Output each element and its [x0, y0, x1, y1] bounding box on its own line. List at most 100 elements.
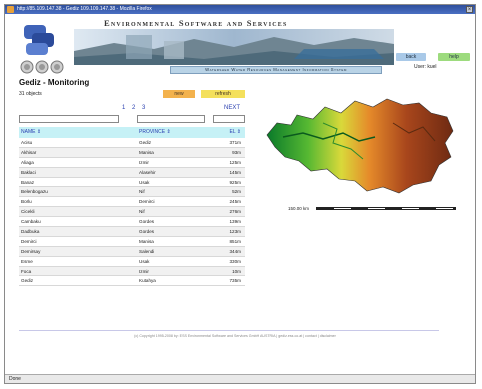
table-row[interactable]: Acisu Gediz 371m	[19, 138, 245, 148]
station-elevation: 145m	[229, 169, 242, 175]
new-button[interactable]: new	[163, 90, 195, 98]
station-province: Usak	[139, 258, 150, 264]
object-count: 31 objects	[19, 91, 42, 97]
station-elevation: 330m	[229, 258, 242, 264]
table-row[interactable]: Belenbogazu Nif 52m	[19, 187, 245, 198]
table-row[interactable]: Demirsay Salendi 344m	[19, 246, 245, 257]
station-province: Salendi	[139, 248, 155, 254]
site-subtitle: Watershed Water Resources Management Inf…	[170, 66, 382, 74]
help-button[interactable]: help	[438, 53, 470, 61]
station-province: Manisa	[139, 149, 154, 155]
table-row[interactable]: Cambaku Gordes 139m	[19, 217, 245, 228]
table-row[interactable]: Baklaci Alasehir 145m	[19, 167, 245, 178]
station-province: Nif	[139, 189, 145, 195]
scale-label: 150.00 km	[288, 206, 310, 211]
name-column-header[interactable]: NAME ⇕	[21, 127, 41, 138]
station-province: Gordes	[139, 219, 155, 225]
window-title: http://85.109.147.38 - Gediz 109.109.147…	[17, 6, 152, 12]
status-bar: Done	[5, 374, 475, 383]
map-scale: 150.00 km	[288, 205, 456, 213]
station-name: Cicekli	[21, 209, 35, 215]
browser-icon	[7, 6, 14, 13]
table-row[interactable]: Akhisar Manisa 93m	[19, 147, 245, 158]
back-button[interactable]: back	[396, 53, 426, 61]
table-row[interactable]: Aliaga Izmir 125m	[19, 158, 245, 168]
browser-window: http://85.109.147.38 - Gediz 109.109.147…	[4, 4, 476, 384]
table-row[interactable]: Demirci Manisa 851m	[19, 237, 245, 247]
table-row[interactable]: Banaz Usak 925m	[19, 178, 245, 188]
station-name: Banaz	[21, 179, 35, 185]
site-header: Environmental Software and Services Wate…	[6, 15, 476, 77]
station-elevation: 344m	[229, 248, 242, 254]
name-filter-input[interactable]	[19, 115, 119, 123]
station-elevation: 123m	[229, 229, 242, 235]
station-elevation: 371m	[229, 140, 242, 145]
page-title: Gediz - Monitoring	[19, 78, 90, 87]
station-elevation: 735m	[229, 278, 242, 284]
table-row[interactable]: Esme Usak 330m	[19, 257, 245, 267]
station-province: Izmir	[139, 159, 149, 165]
station-elevation: 139m	[229, 219, 242, 225]
scale-bar	[316, 207, 456, 210]
station-name: Foca	[21, 268, 32, 274]
station-name: Demirsay	[21, 248, 41, 254]
landscape-banner-image	[74, 29, 394, 65]
station-elevation: 93m	[232, 149, 241, 155]
station-elevation: 925m	[229, 179, 242, 185]
station-province: Gediz	[139, 140, 152, 145]
station-elevation: 276m	[229, 209, 242, 215]
table-row[interactable]: Borlu Demirci 245m	[19, 197, 245, 208]
station-province: Usak	[139, 179, 150, 185]
station-name: Demirci	[21, 238, 37, 244]
station-province: Izmir	[139, 268, 149, 274]
pagination: 1 2 3	[122, 105, 150, 111]
province-column-header[interactable]: PROVINCE ⇕	[139, 127, 171, 138]
page-link-2[interactable]: 2	[132, 105, 135, 111]
province-filter-input[interactable]	[137, 115, 205, 123]
station-province: Demirci	[139, 199, 155, 205]
station-elevation: 851m	[229, 238, 242, 244]
station-province: Alasehir	[139, 169, 156, 175]
user-label: User: kuel	[414, 64, 437, 70]
table-header: NAME ⇕ PROVINCE ⇕ EL ⇕	[19, 127, 245, 138]
ess-logo	[20, 25, 64, 74]
station-elevation: 10m	[232, 268, 241, 274]
refresh-button[interactable]: refresh	[201, 90, 245, 98]
station-name: Dadbuka	[21, 229, 40, 235]
footer-copyright: (c) Copyright 1995-2008 by: ESS Environm…	[134, 334, 336, 338]
stations-table: NAME ⇕ PROVINCE ⇕ EL ⇕ Acisu Gediz 371m Akh…	[19, 127, 245, 287]
station-name: Acisu	[21, 140, 33, 145]
elevation-filter-input[interactable]	[213, 115, 245, 123]
table-row[interactable]: Dadbuka Gordes 123m	[19, 227, 245, 237]
table-body: Acisu Gediz 371m Akhisar Manisa 93m Aliaga Izmi…	[19, 138, 245, 287]
station-name: Aliaga	[21, 159, 34, 165]
station-elevation: 125m	[229, 159, 242, 165]
gediz-basin-elevation-map[interactable]	[263, 93, 459, 199]
footer-divider	[19, 330, 439, 331]
station-name: Gediz	[21, 278, 34, 284]
window-titlebar: http://85.109.147.38 - Gediz 109.109.147…	[5, 5, 475, 14]
station-province: Nif	[139, 209, 145, 215]
elevation-column-header[interactable]: EL ⇕	[229, 127, 241, 138]
table-row[interactable]: Gediz Kutahya 735m	[19, 276, 245, 287]
page-link-1[interactable]: 1	[122, 105, 125, 111]
station-province: Manisa	[139, 238, 154, 244]
station-elevation: 52m	[232, 189, 241, 195]
table-row[interactable]: Cicekli Nif 276m	[19, 207, 245, 218]
station-elevation: 245m	[229, 199, 242, 205]
station-name: Cambaku	[21, 219, 41, 225]
next-page-link[interactable]: NEXT	[224, 105, 240, 111]
close-icon[interactable]: ×	[466, 6, 473, 13]
station-name: Borlu	[21, 199, 32, 205]
station-name: Belenbogazu	[21, 189, 48, 195]
station-name: Esme	[21, 258, 33, 264]
status-text: Done	[9, 376, 21, 382]
station-province: Gordes	[139, 229, 155, 235]
page-link-3[interactable]: 3	[142, 105, 145, 111]
site-title: Environmental Software and Services	[104, 18, 288, 28]
table-row[interactable]: Foca Izmir 10m	[19, 266, 245, 277]
station-name: Akhisar	[21, 149, 37, 155]
station-province: Kutahya	[139, 278, 156, 284]
banner: Environmental Software and Services Wate…	[74, 17, 394, 75]
station-name: Baklaci	[21, 169, 36, 175]
